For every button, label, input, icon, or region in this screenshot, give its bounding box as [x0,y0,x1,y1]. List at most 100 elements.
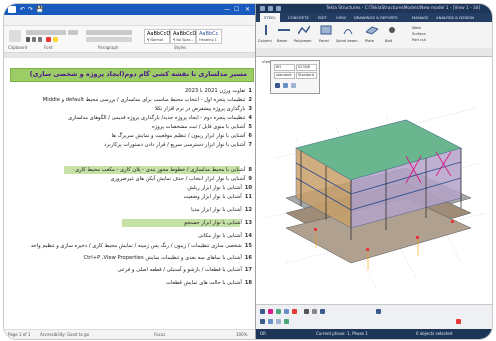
item-text: تفاوت ورژن 2021 با 2023 [184,88,246,94]
tab-view[interactable]: VIEW [336,13,346,22]
item-number: 14 [244,233,252,239]
screenshot-frame: ↶ ↷ 💾 — ☐ ✕ File Home Insert Design Layo… [3,3,493,340]
minimize-button[interactable]: — [224,5,230,14]
item-text: آشنایی با نماهای سه بعدی و تنظیمات نمایش… [83,255,242,261]
item-text: آشنایی با نوار ابزار دسترسی سریع / قرار … [104,142,246,148]
status-phase: Current phase: 1, Phase 1 [316,331,368,336]
tool-bolt-label: Bolt [385,39,393,43]
item-text: آشنایی با حالت های نمایش قطعات [166,280,242,286]
font-size-select[interactable] [68,30,78,35]
item-number: 13 [244,220,252,226]
font-color-icon[interactable] [46,37,51,42]
select-bolts-icon[interactable] [284,309,289,314]
apply-icon[interactable] [275,83,280,88]
font-name-select[interactable] [26,30,66,35]
tab-edit[interactable]: EDIT [318,13,327,22]
tab-steel[interactable]: STEEL [260,13,280,22]
pick-icon[interactable] [283,83,288,88]
tool-panel-label: Panel [319,39,329,43]
select-welds-icon[interactable] [276,309,281,314]
select-points-icon[interactable] [312,309,317,314]
document-page[interactable]: مسیر مدلسازی تا نقشه کشی گام دوم(ایجاد پ… [4,58,256,329]
item-text: آشنایی با نوار ابزار انتخاب / حذف نمایش … [110,176,246,182]
redo-icon[interactable] [276,6,281,11]
underline-icon[interactable] [38,37,42,42]
accessibility-status[interactable]: Accessibility: Good to go [40,330,89,339]
snap-points-icon[interactable] [260,319,265,324]
profile-field[interactable]: BH [274,64,295,71]
item-text: بارگذاری پروژه پیشفرض در نرم افزار تکلا [154,106,246,112]
item-text: آشنایی با نوار ابزار ریبون / تنظیم موقعی… [111,133,246,139]
item-number: 4 [248,115,252,121]
list-item: 18آشنایی با حالت های نمایش قطعات [166,279,252,287]
bolt-icon[interactable] [386,25,398,35]
undo-icon[interactable] [268,6,273,11]
beam-icon[interactable] [278,25,290,35]
search-icon[interactable] [376,309,381,314]
italic-icon[interactable] [32,37,36,42]
plate-icon[interactable] [366,25,378,35]
select-cuts-icon[interactable] [292,309,297,314]
tab-drawings-reports[interactable]: DRAWINGS & REPORTS [354,13,398,22]
autosave-icon[interactable] [8,6,16,13]
save-icon[interactable] [260,6,265,11]
column-icon[interactable] [260,25,272,35]
alignment-controls[interactable] [86,37,132,42]
spiral-beam-icon[interactable] [342,25,354,35]
snap-midpoint-icon[interactable] [284,319,289,324]
document-heading: مسیر مدلسازی تا نقشه کشی گام دوم(ایجاد پ… [10,68,254,82]
class-field[interactable]: standard [274,72,295,79]
redo-icon[interactable]: ↷ [28,5,33,14]
panel-icon[interactable] [320,25,332,35]
close-button[interactable]: ✕ [245,5,250,14]
select-grids-icon[interactable] [304,309,309,314]
item-number: 11 [244,194,252,200]
style-normal[interactable]: AaBbCcDd ¶ Normal [144,29,173,44]
tool-beam-label: Beam [277,39,288,43]
paste-icon[interactable] [9,30,21,42]
maximize-button[interactable]: ☐ [234,5,239,14]
focus-button[interactable]: Focus [154,330,165,339]
polybeam-icon[interactable] [298,25,310,35]
help-icon[interactable] [456,319,461,324]
highlight-color-icon[interactable] [53,37,58,42]
list-item: 7آشنایی با نوار ابزار دسترسی سریع / قرار… [104,141,252,149]
undo-icon[interactable]: ↶ [20,5,25,14]
item-text: شخصی سازی تنظیمات / زیبون / رنگ پس زمینه… [30,243,242,249]
select-parts-icon[interactable] [268,309,273,314]
finish-field[interactable]: Standard [296,72,317,79]
zoom-level[interactable]: 100% [236,330,247,339]
material-field[interactable]: S235JR [296,64,317,71]
bold-icon[interactable] [26,37,30,42]
tool-surface-label[interactable]: Surface [412,32,426,36]
tab-analysis-design[interactable]: ANALYSIS & DESIGN [436,13,474,22]
list-item: 2تنظیمات پنجره اول - انتخاب محیط مناسب ب… [43,96,252,104]
list-item: 12آشنایی با نوار ابزار مدیا [191,206,252,214]
settings-icon[interactable] [291,83,296,88]
tab-manage[interactable]: MANAGE [412,13,429,22]
tool-weld-label[interactable]: Weld [412,26,421,30]
snap-end-icon[interactable] [268,319,273,324]
item-number: 3 [248,106,252,112]
item-number: 2 [248,97,252,103]
select-all-icon[interactable] [260,309,265,314]
view-tabs: View 1 - 3d [256,48,492,64]
tab-concrete[interactable]: CONCRETE [288,13,309,22]
item-text: آشنایی با محیط مدلسازی / خطوط محور بندی … [75,167,246,173]
save-icon[interactable]: 💾 [36,5,43,14]
status-mode: OR [260,331,266,336]
select-views-icon[interactable] [320,309,325,314]
selection-toolbar [256,304,492,330]
status-selection: 0 objects selected [416,331,453,336]
item-number: 1 [248,88,252,94]
property-palette[interactable]: BH S235JR standard Standard [270,60,320,94]
tool-part-cut-label[interactable]: Part cut [412,38,426,42]
style-heading-1[interactable]: AaBbCc Heading 1 [196,29,222,44]
item-number: 8 [248,167,252,173]
paragraph-controls[interactable] [86,30,132,35]
item-text: آشنایی با منوی فایل / ثبت مشخصات پروژه [151,124,246,130]
heading-text: مسیر مدلسازی تا نقشه کشی گام دوم(ایجاد پ… [29,70,247,78]
style-no-spacing[interactable]: AaBbCcDd ¶ No Spac... [170,29,199,44]
item-number: 17 [244,267,252,273]
snap-center-icon[interactable] [276,319,281,324]
